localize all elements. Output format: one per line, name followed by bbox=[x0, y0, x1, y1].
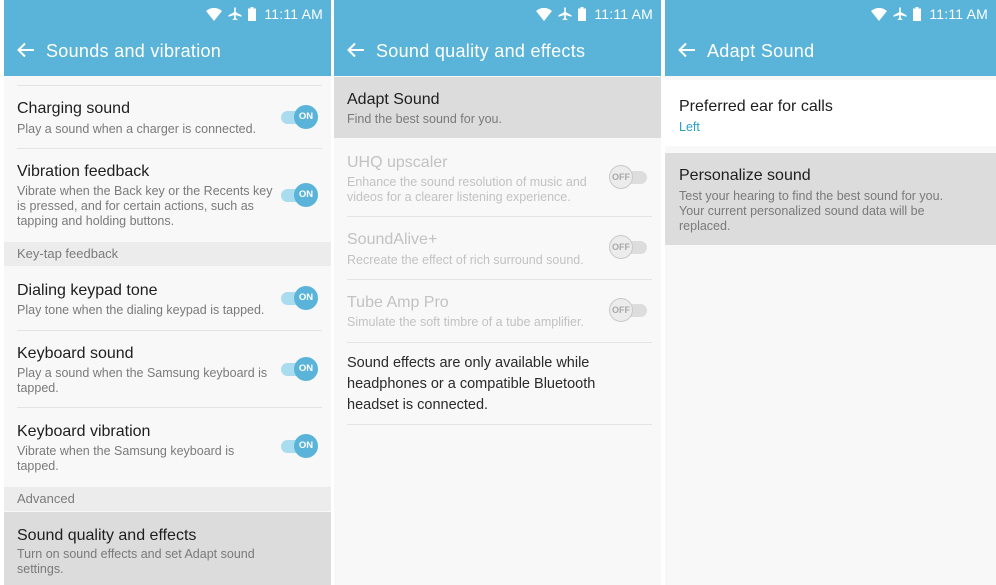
setting-title: UHQ upscaler bbox=[347, 154, 448, 171]
status-time: 11:11 AM bbox=[929, 6, 988, 22]
setting-vibration-feedback[interactable]: Vibration feedback Vibrate when the Back… bbox=[4, 149, 331, 240]
airplane-icon bbox=[893, 7, 907, 21]
setting-title: Adapt Sound bbox=[347, 91, 440, 108]
soundalive-plus-toggle[interactable]: OFF bbox=[609, 235, 647, 259]
setting-tube-amp-pro[interactable]: Tube Amp Pro Simulate the soft timbre of… bbox=[334, 280, 661, 342]
uhq-upscaler-toggle[interactable]: OFF bbox=[609, 165, 647, 189]
setting-desc: Vibrate when the Samsung keyboard is tap… bbox=[17, 444, 235, 473]
wifi-icon bbox=[206, 7, 223, 21]
setting-personalize-sound[interactable]: Personalize sound Test your hearing to f… bbox=[665, 153, 996, 245]
setting-title: Charging sound bbox=[17, 100, 130, 117]
back-arrow-icon[interactable] bbox=[346, 40, 366, 60]
section-header-advanced: Advanced bbox=[4, 487, 331, 511]
setting-soundalive-plus[interactable]: SoundAlive+ Recreate the effect of rich … bbox=[334, 217, 661, 279]
airplane-icon bbox=[228, 7, 242, 21]
panel-adapt-sound: 11:11 AM Adapt Sound Preferred ear for c… bbox=[665, 0, 996, 585]
setting-desc: Enhance the sound resolution of music an… bbox=[347, 175, 587, 204]
status-time: 11:11 AM bbox=[264, 6, 323, 22]
tube-amp-pro-toggle[interactable]: OFF bbox=[609, 298, 647, 322]
setting-title: Sound quality and effects bbox=[17, 527, 197, 544]
panel-sound-quality-and-effects: 11:11 AM Sound quality and effects Adapt… bbox=[334, 0, 661, 585]
status-bar: 11:11 AM bbox=[871, 5, 988, 23]
setting-title: Dialing keypad tone bbox=[17, 282, 158, 299]
setting-title: Keyboard vibration bbox=[17, 423, 151, 440]
battery-icon bbox=[578, 7, 587, 21]
setting-title: Preferred ear for calls bbox=[679, 98, 833, 115]
page-title: Sound quality and effects bbox=[376, 41, 586, 61]
setting-charging-sound[interactable]: Charging sound Play a sound when a charg… bbox=[4, 86, 331, 148]
headphones-required-note: Sound effects are only available while h… bbox=[347, 355, 596, 413]
page-title: Sounds and vibration bbox=[46, 41, 222, 61]
setting-dialing-keypad-tone[interactable]: Dialing keypad tone Play tone when the d… bbox=[4, 268, 331, 330]
setting-keyboard-sound[interactable]: Keyboard sound Play a sound when the Sam… bbox=[4, 331, 331, 407]
app-bar: 11:11 AM Adapt Sound bbox=[665, 0, 996, 76]
setting-title: Vibration feedback bbox=[17, 163, 150, 180]
setting-adapt-sound[interactable]: Adapt Sound Find the best sound for you. bbox=[334, 77, 661, 138]
setting-desc: Test your hearing to find the best sound… bbox=[679, 189, 944, 233]
setting-desc: Play a sound when the Samsung keyboard i… bbox=[17, 366, 268, 395]
setting-title: Keyboard sound bbox=[17, 345, 134, 362]
setting-title: Tube Amp Pro bbox=[347, 294, 449, 311]
page-title: Adapt Sound bbox=[707, 41, 815, 61]
dialing-keypad-tone-toggle[interactable]: ON bbox=[281, 286, 319, 310]
divider bbox=[347, 342, 652, 343]
battery-icon bbox=[248, 7, 257, 21]
status-bar: 11:11 AM bbox=[536, 5, 653, 23]
app-bar: 11:11 AM Sound quality and effects bbox=[334, 0, 661, 76]
wifi-icon bbox=[536, 7, 553, 21]
setting-preferred-ear[interactable]: Preferred ear for calls Left bbox=[665, 80, 996, 146]
setting-desc: Turn on sound effects and set Adapt soun… bbox=[17, 547, 255, 576]
setting-title: SoundAlive+ bbox=[347, 231, 438, 248]
setting-desc: Find the best sound for you. bbox=[347, 112, 502, 126]
charging-sound-toggle[interactable]: ON bbox=[281, 105, 319, 129]
keyboard-sound-toggle[interactable]: ON bbox=[281, 357, 319, 381]
back-arrow-icon[interactable] bbox=[677, 40, 697, 60]
preferred-ear-value: Left bbox=[679, 120, 700, 134]
setting-desc: Play tone when the dialing keypad is tap… bbox=[17, 303, 265, 317]
vibration-feedback-toggle[interactable]: ON bbox=[281, 183, 319, 207]
section-header-key-tap: Key-tap feedback bbox=[4, 242, 331, 266]
back-arrow-icon[interactable] bbox=[16, 40, 36, 60]
setting-desc: Simulate the soft timbre of a tube ampli… bbox=[347, 315, 584, 329]
app-bar: 11:11 AM Sounds and vibration bbox=[4, 0, 331, 76]
panel-sounds-and-vibration: 11:11 AM Sounds and vibration Charging s… bbox=[4, 0, 331, 585]
setting-desc: Play a sound when a charger is connected… bbox=[17, 122, 257, 136]
setting-uhq-upscaler[interactable]: UHQ upscaler Enhance the sound resolutio… bbox=[334, 139, 661, 216]
setting-desc: Vibrate when the Back key or the Recents… bbox=[17, 184, 273, 228]
status-bar: 11:11 AM bbox=[206, 5, 323, 23]
setting-sound-quality-and-effects[interactable]: Sound quality and effects Turn on sound … bbox=[4, 512, 331, 585]
divider bbox=[347, 424, 652, 425]
setting-title: Personalize sound bbox=[679, 167, 811, 184]
status-time: 11:11 AM bbox=[594, 6, 653, 22]
keyboard-vibration-toggle[interactable]: ON bbox=[281, 434, 319, 458]
battery-icon bbox=[913, 7, 922, 21]
setting-keyboard-vibration[interactable]: Keyboard vibration Vibrate when the Sams… bbox=[4, 408, 331, 486]
setting-desc: Recreate the effect of rich surround sou… bbox=[347, 253, 584, 267]
wifi-icon bbox=[871, 7, 888, 21]
airplane-icon bbox=[558, 7, 572, 21]
